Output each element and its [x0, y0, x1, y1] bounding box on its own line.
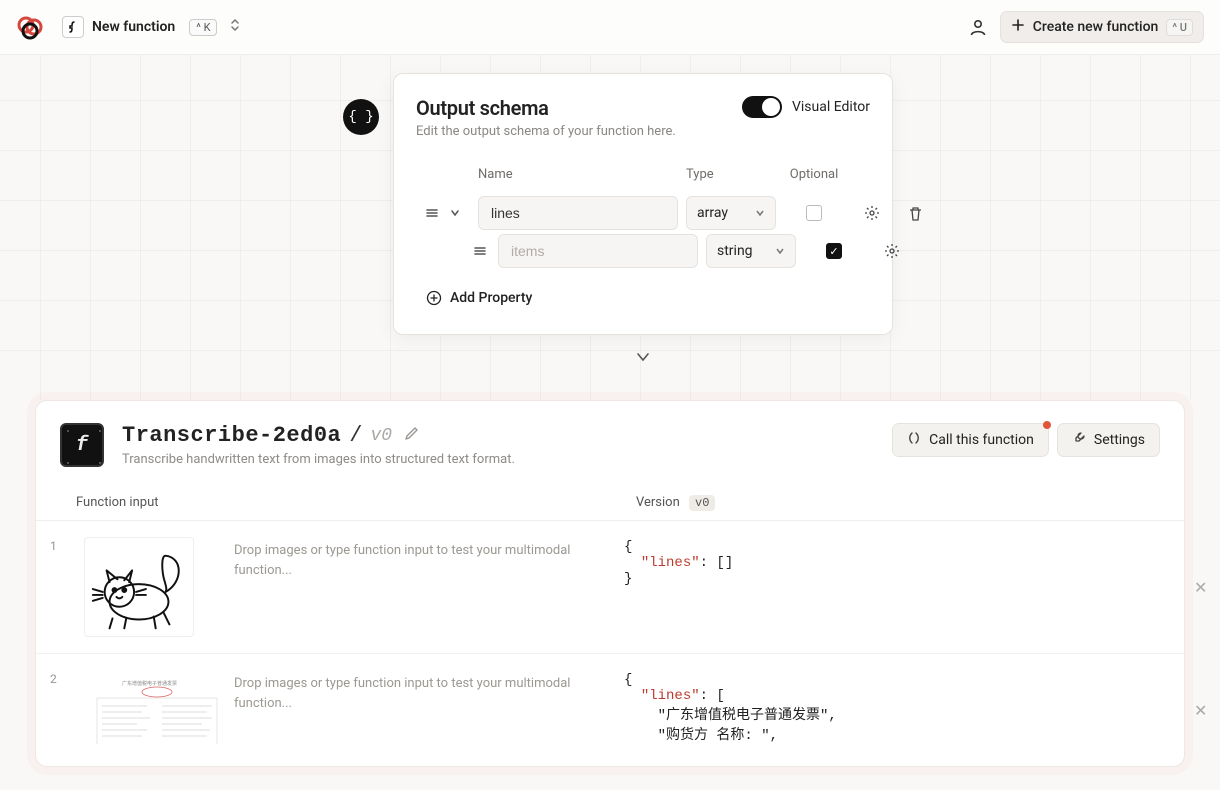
visual-editor-toggle-label: Visual Editor	[792, 99, 870, 115]
close-icon[interactable]: ✕	[1194, 701, 1220, 720]
drag-handle-icon[interactable]	[422, 207, 442, 219]
property-row: array	[422, 194, 870, 232]
pencil-icon[interactable]	[404, 426, 419, 445]
property-type-select[interactable]: array	[686, 196, 776, 230]
function-detail-pane: f Transcribe-2ed0a / v0 Transcribe handw…	[35, 400, 1185, 767]
updown-icon[interactable]	[229, 18, 241, 36]
panel-title: Output schema	[416, 96, 676, 120]
settings-label: Settings	[1094, 432, 1145, 448]
optional-checkbox[interactable]	[826, 243, 842, 259]
visual-editor-toggle[interactable]	[742, 96, 782, 118]
function-description: Transcribe handwritten text from images …	[122, 452, 515, 467]
property-type-select[interactable]: string	[706, 234, 796, 268]
property-row-nested: string	[422, 232, 870, 270]
column-header-type: Type	[686, 167, 776, 182]
column-header-optional: Optional	[784, 167, 844, 182]
column-header-version: Version	[636, 495, 680, 510]
trash-icon[interactable]	[900, 206, 930, 221]
cat-drawing-icon	[85, 538, 193, 636]
wrench-icon	[1072, 431, 1086, 449]
notification-dot	[1043, 421, 1051, 429]
canvas-area: { } Output schema Edit the output schema…	[0, 55, 1220, 400]
gear-icon[interactable]	[872, 243, 912, 259]
column-header-name: Name	[478, 167, 678, 182]
function-title: Transcribe-2ed0a	[122, 423, 341, 448]
example-image-thumbnail[interactable]	[84, 537, 194, 637]
example-image-thumbnail[interactable]: 广东增值税电子普通发票	[84, 670, 224, 750]
example-row: 2 广东增值税电子普通发票 Drop images or type f	[36, 654, 1184, 766]
parentheses-icon	[907, 431, 921, 449]
invoice-thumbnail-icon: 广东增值税电子普通发票	[92, 676, 222, 746]
row-index: 2	[50, 670, 74, 686]
user-icon[interactable]	[964, 13, 992, 41]
search-shortcut-hint: ^ K	[189, 19, 217, 36]
collapse-panel-icon[interactable]	[631, 345, 655, 369]
logo-icon	[16, 13, 44, 41]
function-version: v0	[370, 426, 392, 446]
row-index: 1	[50, 537, 74, 553]
optional-checkbox[interactable]	[806, 205, 822, 221]
output-json: { "lines": [ "广东增值税电子普通发票", "购货方 名称: ",	[624, 670, 1184, 744]
property-name-input[interactable]	[498, 234, 698, 268]
plus-icon	[1011, 18, 1025, 36]
create-function-button[interactable]: Create new function ^ U	[1000, 11, 1204, 43]
property-name-input[interactable]	[478, 196, 678, 230]
output-json: { "lines": [] }	[624, 537, 1184, 587]
schema-node-icon: { }	[343, 99, 379, 135]
top-bar: New function ^ K Create new function ^ U	[0, 0, 1220, 55]
add-property-label: Add Property	[450, 290, 532, 306]
example-row: 1 Drop images or type function input to …	[36, 521, 1184, 654]
call-function-label: Call this function	[929, 432, 1034, 448]
settings-button[interactable]: Settings	[1057, 423, 1160, 457]
call-function-button[interactable]: Call this function	[892, 423, 1049, 457]
output-schema-panel: Output schema Edit the output schema of …	[393, 73, 893, 335]
panel-subtitle: Edit the output schema of your function …	[416, 124, 676, 139]
function-avatar-icon: f	[60, 423, 104, 467]
separator: /	[349, 423, 362, 448]
close-icon[interactable]: ✕	[1194, 578, 1220, 597]
function-badge-icon	[62, 16, 84, 38]
create-shortcut-hint: ^ U	[1166, 19, 1193, 36]
create-function-label: Create new function	[1033, 19, 1159, 35]
column-header-function-input: Function input	[76, 495, 636, 510]
version-chip: v0	[689, 495, 715, 511]
input-placeholder-text[interactable]: Drop images or type function input to te…	[234, 537, 614, 580]
breadcrumb-function-name[interactable]: New function	[92, 19, 175, 35]
drag-handle-icon[interactable]	[470, 245, 490, 257]
expand-toggle-icon[interactable]	[450, 208, 470, 218]
input-placeholder-text[interactable]: Drop images or type function input to te…	[234, 670, 614, 713]
gear-icon[interactable]	[852, 205, 892, 221]
svg-text:广东增值税电子普通发票: 广东增值税电子普通发票	[122, 680, 177, 687]
add-property-button[interactable]: Add Property	[422, 284, 870, 312]
